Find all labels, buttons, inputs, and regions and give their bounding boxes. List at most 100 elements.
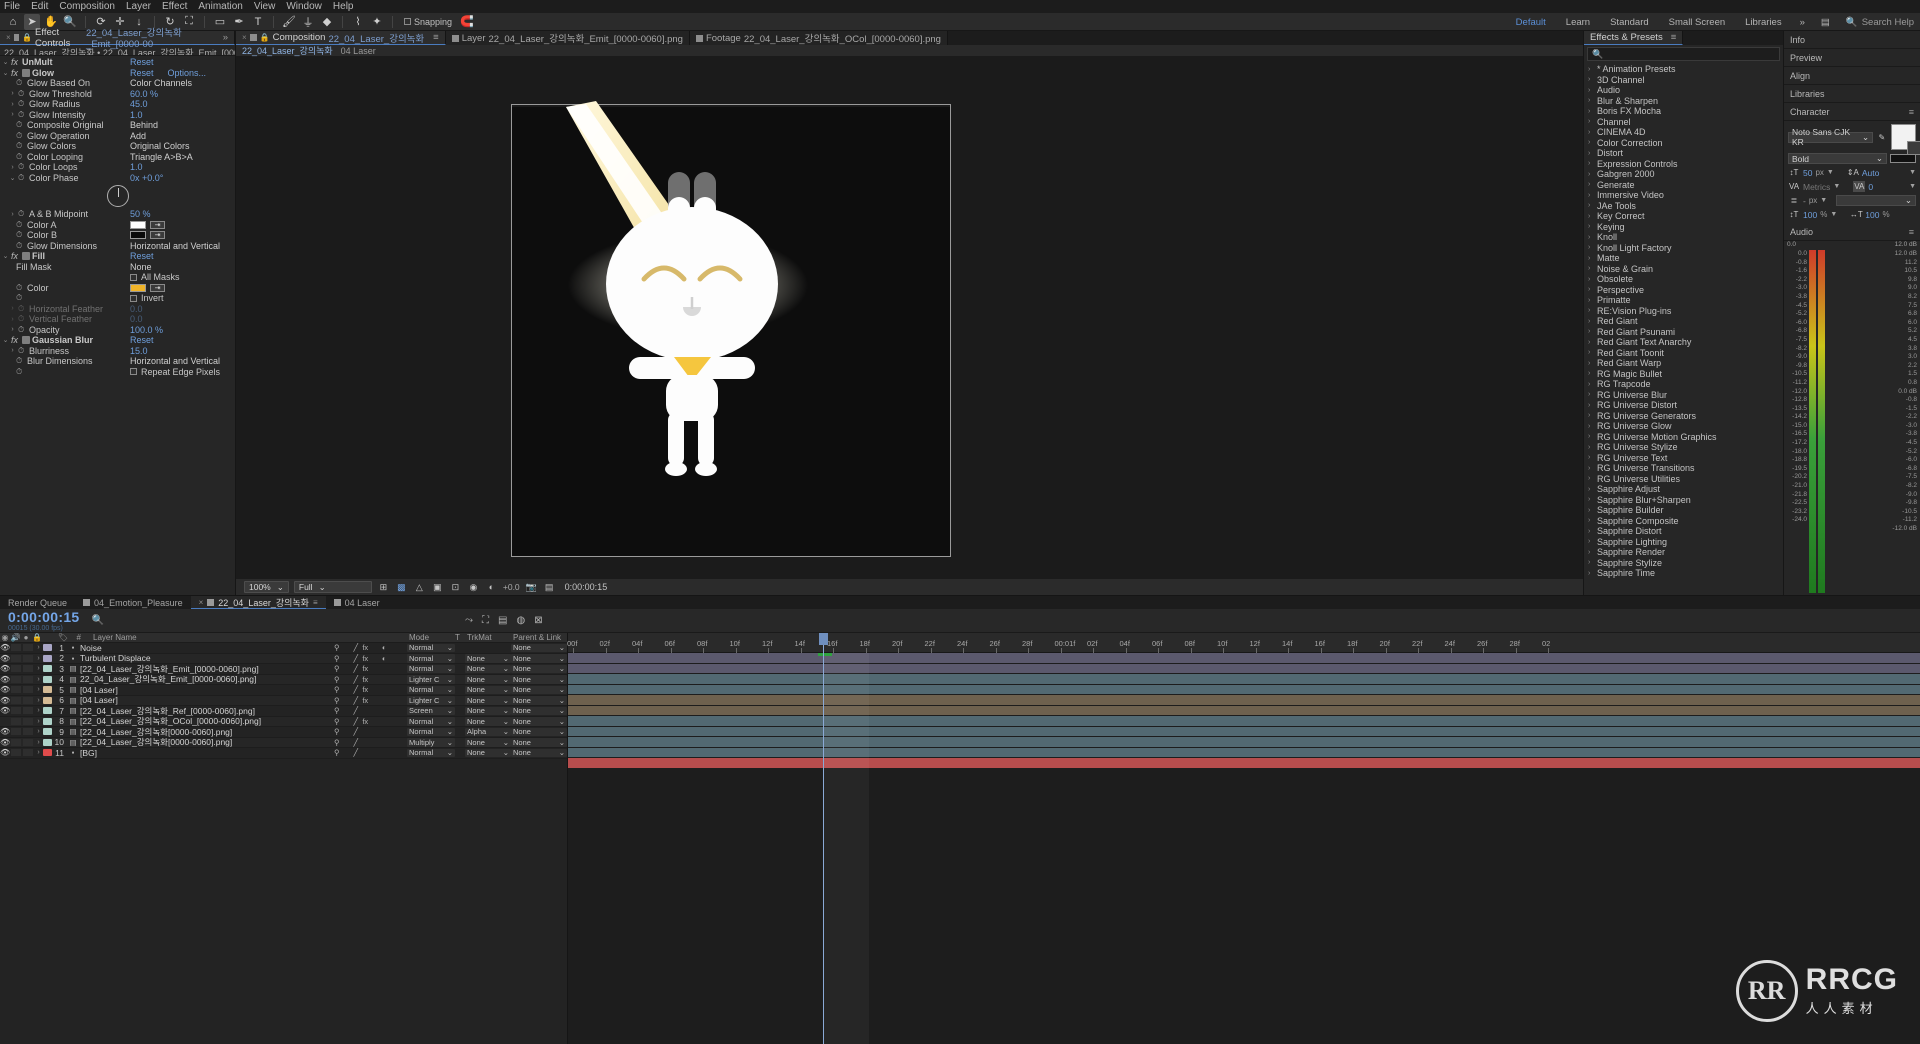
stopwatch-icon[interactable]: ⏱	[16, 241, 25, 251]
composition-time[interactable]: 0:00:00:15	[565, 582, 608, 592]
mode-header[interactable]: Mode	[407, 633, 455, 642]
panel-menu-icon[interactable]: ≡	[1909, 107, 1914, 117]
audio-toggle-cell[interactable]	[11, 686, 21, 694]
effects-icon[interactable]: fx	[362, 696, 370, 705]
expand-arrow-icon[interactable]: ›	[34, 697, 43, 704]
effects-category-33[interactable]: › RG Universe Generators	[1584, 411, 1783, 422]
chevron-down-icon[interactable]: ▼	[1830, 211, 1837, 218]
effects-category-38[interactable]: › RG Universe Transitions	[1584, 463, 1783, 474]
menu-item-window[interactable]: Window	[286, 1, 322, 12]
property-blurriness[interactable]: › ⏱ Blurriness 15.0	[0, 346, 235, 357]
effects-icon[interactable]: fx	[362, 675, 370, 684]
effects-category-32[interactable]: › RG Universe Distort	[1584, 400, 1783, 411]
property-glow-operation[interactable]: ⏱ Glow Operation Add	[0, 131, 235, 142]
work-area[interactable]	[823, 653, 869, 1044]
chevron-down-icon[interactable]: ▼	[1820, 197, 1827, 204]
property-color-b[interactable]: ⏱ Color B ⇥	[0, 230, 235, 241]
property-invert[interactable]: ⏱ Invert	[0, 293, 235, 304]
parent-cell[interactable]: None ⌄	[511, 664, 567, 673]
chevron-right-icon[interactable]: ›	[1588, 181, 1593, 188]
chevron-right-icon[interactable]: ›	[1588, 517, 1593, 524]
chevron-right-icon[interactable]: ›	[1588, 465, 1593, 472]
lock-icon[interactable]: 🔒	[22, 33, 32, 42]
layer-bar[interactable]	[568, 716, 1920, 727]
reset-glow-button[interactable]: Reset	[130, 68, 154, 78]
chevron-right-icon[interactable]: ›	[1588, 402, 1593, 409]
effect-header-unmult[interactable]: ⌄ fx UnMult Reset	[0, 57, 235, 68]
property-glow-based-on[interactable]: ⏱ Glow Based On Color Channels	[0, 78, 235, 89]
property-value[interactable]: 50 %	[130, 209, 151, 219]
magnet-icon[interactable]: 🧲	[459, 14, 475, 30]
layer-name[interactable]: Turbulent Displace	[78, 653, 329, 663]
video-toggle-icon[interactable]: 👁	[0, 685, 10, 694]
effects-category-39[interactable]: › RG Universe Utilities	[1584, 474, 1783, 485]
layer-bar[interactable]	[568, 758, 1920, 769]
label-color-chip[interactable]	[43, 749, 52, 757]
expand-arrow-icon[interactable]: ›	[34, 676, 43, 683]
layer-name-header[interactable]: Layer Name	[85, 633, 329, 642]
chevron-right-icon[interactable]: ›	[1588, 475, 1593, 482]
shy-icon[interactable]: ⚲	[333, 685, 341, 694]
timeline-tab-2[interactable]: × 22_04_Laser_강의녹화 ≡	[190, 596, 326, 609]
audio-toggle-cell[interactable]	[11, 696, 21, 704]
table-row[interactable]: 👁 › 10 ▤ [22_04_Laser_강의녹화[0000-0060].png] ⚲ ╱…	[0, 737, 567, 748]
chevron-right-icon[interactable]: ›	[1588, 328, 1593, 335]
chevron-right-icon[interactable]: ›	[1588, 286, 1593, 293]
chevron-right-icon[interactable]: ›	[1588, 97, 1593, 104]
effects-category-11[interactable]: › Generate	[1584, 180, 1783, 191]
quality-icon[interactable]: ╱	[352, 654, 360, 663]
leading-value[interactable]: Auto	[1862, 168, 1880, 178]
timeline-tab-3[interactable]: 04 Laser	[326, 596, 388, 609]
pen-icon[interactable]: ✒	[231, 14, 247, 30]
close-icon[interactable]: ×	[242, 33, 247, 42]
chevron-right-icon[interactable]: ›	[1588, 496, 1593, 503]
effects-search-input[interactable]: 🔍	[1587, 47, 1780, 61]
workspace-libraries[interactable]: Libraries	[1743, 17, 1783, 28]
expand-arrow-icon[interactable]: ›	[34, 644, 43, 651]
audio-toggle-cell[interactable]	[11, 707, 21, 715]
chevron-right-icon[interactable]: ›	[1588, 276, 1593, 283]
pixel-aspect-icon[interactable]: ⊡	[449, 581, 462, 593]
table-row[interactable]: 👁 › 4 ▤ 22_04_Laser_강의녹화_Emit_[0000-0060].pn…	[0, 674, 567, 685]
parent-cell[interactable]: None ⌄	[511, 706, 567, 715]
effects-category-23[interactable]: › RE:Vision Plug-ins	[1584, 306, 1783, 317]
stopwatch-icon[interactable]: ⏱	[16, 356, 25, 366]
effects-category-6[interactable]: › CINEMA 4D	[1584, 127, 1783, 138]
menu-item-animation[interactable]: Animation	[198, 1, 242, 12]
audio-toggle-cell[interactable]	[11, 644, 21, 652]
label-color-chip[interactable]	[43, 686, 52, 694]
expand-arrow-icon[interactable]: ›	[34, 749, 43, 756]
effects-category-13[interactable]: › JAe Tools	[1584, 201, 1783, 212]
chevron-right-icon[interactable]: ›	[1588, 234, 1593, 241]
shy-icon[interactable]: ⚲	[333, 748, 341, 757]
timeline-grid[interactable]: 00f 02f 04f 06f 08f 10f 12f 14f 16f 18f 20f 22f 24f 2…	[567, 633, 1920, 1044]
layer-bar[interactable]	[568, 737, 1920, 748]
effects-category-19[interactable]: › Noise & Grain	[1584, 264, 1783, 275]
effect-enable-icon[interactable]	[22, 252, 30, 261]
workspace-learn[interactable]: Learn	[1564, 17, 1592, 28]
chevron-right-icon[interactable]: ›	[1588, 255, 1593, 262]
property-color-phase[interactable]: ⌄ ⏱ Color Phase 0x +0.0°	[0, 173, 235, 184]
mode-cell[interactable]: Lighter C ⌄	[407, 696, 455, 705]
effects-category-36[interactable]: › RG Universe Stylize	[1584, 442, 1783, 453]
effects-category-16[interactable]: › Knoll	[1584, 232, 1783, 243]
menu-item-view[interactable]: View	[254, 1, 276, 12]
chevron-right-icon[interactable]: ›	[1588, 370, 1593, 377]
menu-item-layer[interactable]: Layer	[126, 1, 151, 12]
breadcrumb-layer[interactable]: 04 Laser	[341, 46, 376, 56]
reset-fill-button[interactable]: Reset	[130, 251, 154, 261]
solo-toggle-cell[interactable]	[23, 675, 33, 683]
chevron-right-icon[interactable]: ›	[1588, 244, 1593, 251]
parent-cell[interactable]: None ⌄	[511, 696, 567, 705]
label-color-chip[interactable]	[43, 654, 52, 662]
effects-category-48[interactable]: › Sapphire Time	[1584, 568, 1783, 579]
quality-icon[interactable]: ╱	[352, 696, 360, 705]
quality-icon[interactable]: ╱	[352, 717, 360, 726]
property-value[interactable]: Horizontal and Vertical	[130, 356, 220, 366]
parent-cell[interactable]: None ⌄	[511, 643, 567, 652]
stopwatch-icon[interactable]: ⏱	[16, 220, 25, 230]
all-masks-checkbox[interactable]	[130, 273, 137, 281]
parent-cell[interactable]: None ⌄	[511, 717, 567, 726]
effects-category-45[interactable]: › Sapphire Lighting	[1584, 537, 1783, 548]
effect-header-glow[interactable]: ⌄ fx Glow Reset Options...	[0, 68, 235, 79]
